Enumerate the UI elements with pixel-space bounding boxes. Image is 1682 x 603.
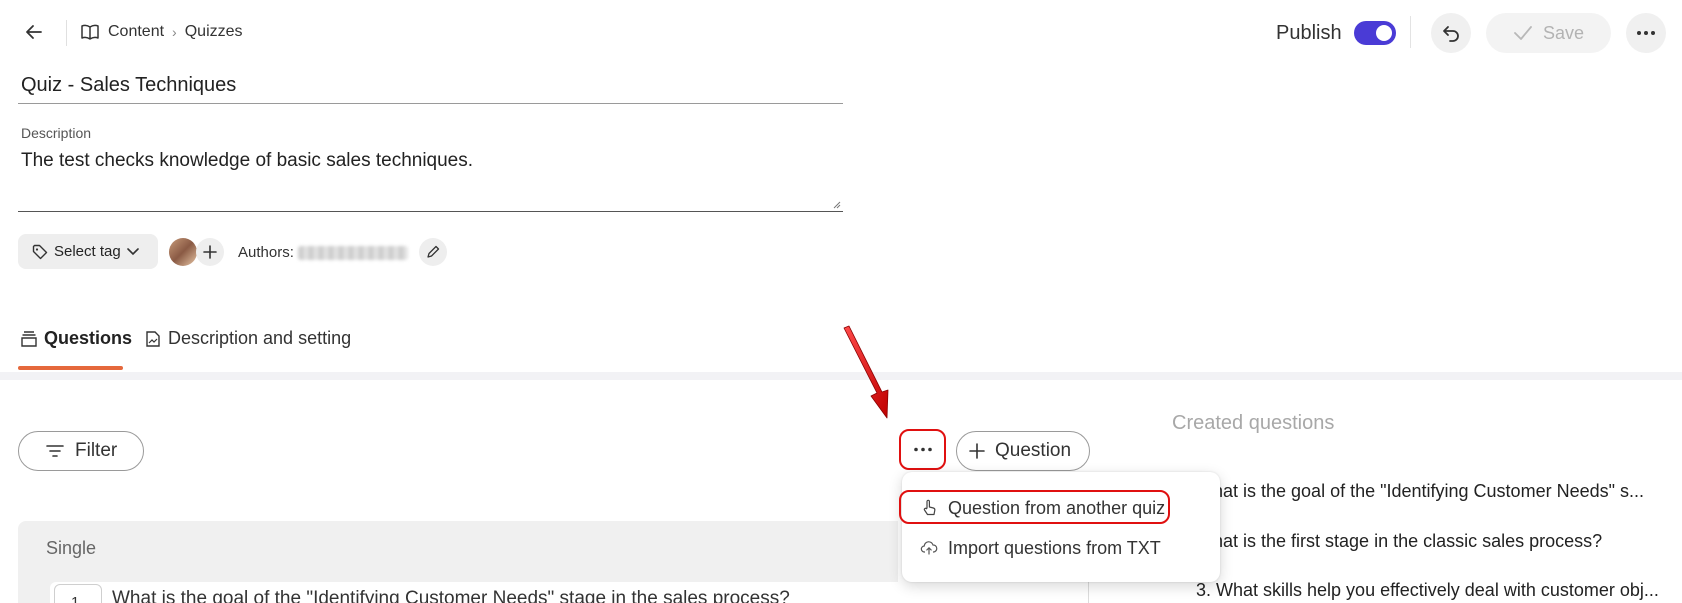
edit-authors-button[interactable] <box>419 238 447 266</box>
back-button[interactable] <box>20 18 48 46</box>
authors-label: Authors: <box>238 244 294 261</box>
tag-icon <box>32 244 48 259</box>
tab-description-and-setting[interactable]: Description and setting <box>144 328 351 349</box>
created-questions-title: Created questions <box>1172 412 1335 434</box>
tab-questions[interactable]: Questions <box>20 328 132 349</box>
add-author-button[interactable] <box>196 238 224 266</box>
publish-control: Publish <box>1276 21 1396 45</box>
filter-button[interactable]: Filter <box>18 431 144 471</box>
select-tag-label: Select tag <box>54 243 121 260</box>
arrow-left-icon <box>26 25 42 39</box>
publish-toggle[interactable] <box>1353 21 1396 45</box>
more-horizontal-icon <box>913 447 932 452</box>
breadcrumb: Content › Quizzes <box>80 22 243 42</box>
book-icon <box>81 24 99 40</box>
chevron-down-icon <box>126 247 139 255</box>
question-group-label: Single <box>46 538 97 558</box>
publish-label: Publish <box>1276 21 1342 44</box>
header-divider <box>1410 16 1411 48</box>
annotation-arrow-icon <box>843 325 889 419</box>
more-options-button[interactable] <box>1626 13 1666 53</box>
description-text: The test checks knowledge of basic sales… <box>21 150 474 171</box>
more-actions-button[interactable] <box>899 429 946 470</box>
select-tag-button[interactable]: Select tag <box>18 234 158 269</box>
stack-icon <box>21 330 37 347</box>
resize-handle-icon[interactable] <box>832 200 841 209</box>
save-label: Save <box>1542 22 1585 43</box>
authors-field: Authors: <box>238 244 408 261</box>
more-horizontal-icon <box>1637 31 1655 35</box>
chevron-right-icon: › <box>172 24 177 40</box>
created-question-item[interactable]: 3. What skills help you effectively deal… <box>1196 580 1666 601</box>
question-number: 1 <box>54 584 102 603</box>
add-question-menu: Question from another quiz Import questi… <box>902 472 1220 582</box>
created-question-item[interactable]: What is the first stage in the classic s… <box>1196 531 1666 552</box>
author-name-redacted <box>297 245 408 260</box>
filter-icon <box>46 445 64 457</box>
save-button[interactable]: Save <box>1486 13 1611 53</box>
pencil-icon <box>427 245 440 258</box>
menu-item-question-from-another-quiz[interactable]: Question from another quiz <box>902 492 1220 524</box>
filter-label: Filter <box>75 440 118 461</box>
undo-icon <box>1443 26 1459 42</box>
question-text[interactable]: What is the goal of the "Identifying Cus… <box>112 588 790 603</box>
check-icon <box>1514 26 1532 40</box>
tab-description-label: Description and setting <box>168 328 352 348</box>
header-divider <box>66 20 67 46</box>
quiz-title-input[interactable]: Quiz - Sales Techniques <box>18 66 843 104</box>
menu-item-label: Import questions from TXT <box>948 537 1161 558</box>
add-question-label: Question <box>995 440 1072 461</box>
description-label: Description <box>21 125 92 141</box>
breadcrumb-content[interactable]: Content <box>108 23 164 41</box>
breadcrumb-quizzes[interactable]: Quizzes <box>185 23 243 41</box>
hand-pointer-icon <box>923 499 936 516</box>
plus-icon <box>969 443 985 459</box>
undo-button[interactable] <box>1431 13 1471 53</box>
plus-icon <box>203 245 217 259</box>
author-avatar <box>169 238 197 266</box>
menu-item-label: Question from another quiz <box>948 497 1166 518</box>
description-textarea[interactable]: The test checks knowledge of basic sales… <box>18 144 843 212</box>
cloud-upload-icon <box>920 541 938 555</box>
tab-questions-label: Questions <box>44 328 133 348</box>
menu-item-import-questions-txt[interactable]: Import questions from TXT <box>902 532 1220 564</box>
document-image-icon <box>146 330 160 347</box>
active-tab-indicator <box>18 366 123 370</box>
created-question-item[interactable]: What is the goal of the "Identifying Cus… <box>1196 481 1666 502</box>
add-question-button[interactable]: Question <box>956 431 1090 471</box>
